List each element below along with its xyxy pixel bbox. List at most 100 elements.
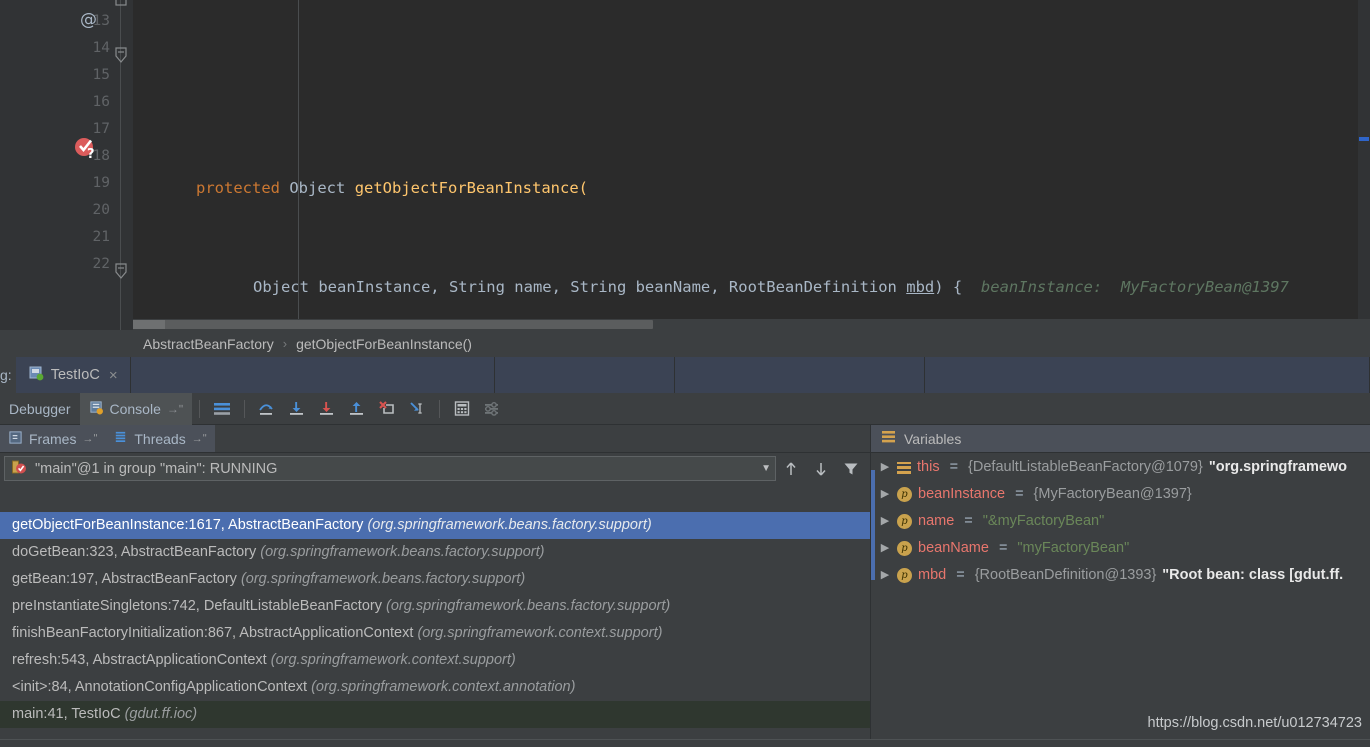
thread-selector[interactable]: "main"@1 in group "main": RUNNING ▼ <box>4 456 776 481</box>
run-tool-window-tabs[interactable]: g: TestIoC × <box>0 357 1370 393</box>
tab-threads-label: Threads <box>134 430 186 447</box>
editor-hscrollbar[interactable] <box>133 319 1370 330</box>
tab-debugger[interactable]: Debugger <box>0 393 80 425</box>
svg-text:?: ? <box>87 147 95 160</box>
pin-glyph-icon[interactable]: →ʺ <box>167 402 183 416</box>
frame-method: getObjectForBeanInstance:1617, AbstractB… <box>12 517 364 533</box>
tab-threads[interactable]: Threads →ʺ <box>105 425 215 452</box>
expand-arrow-icon[interactable]: ▶ <box>879 535 891 562</box>
variable-equals: = <box>964 513 973 529</box>
indent-guide <box>298 0 299 330</box>
thread-selector-row[interactable]: "main"@1 in group "main": RUNNING ▼ <box>0 453 870 484</box>
fold-marker-icon[interactable] <box>114 263 128 279</box>
code-line-13: protected Object getObjectForBeanInstanc… <box>133 175 1370 202</box>
editor-gutter[interactable]: 12 13 14 15 16 17 18 19 20 21 22 @ <box>0 0 133 330</box>
frame-method: preInstantiateSingletons:742, DefaultLis… <box>12 598 382 614</box>
line-number: 14 <box>92 40 110 56</box>
force-step-into-icon[interactable] <box>316 398 338 420</box>
frame-method: <init>:84, AnnotationConfigApplicationCo… <box>12 679 308 695</box>
frame-method: getBean:197, AbstractBeanFactory <box>12 571 237 587</box>
run-to-cursor-icon[interactable] <box>406 398 428 420</box>
tab-frames-label: Frames <box>29 430 77 447</box>
breadcrumb-class[interactable]: AbstractBeanFactory <box>143 336 274 352</box>
breadcrumb-method[interactable]: getObjectForBeanInstance() <box>296 336 472 352</box>
variable-row[interactable]: ▶ this = {DefaultListableBeanFactory@107… <box>871 454 1370 481</box>
tab-testioc[interactable]: TestIoC × <box>15 357 131 393</box>
frame-method: finishBeanFactoryInitialization:867, Abs… <box>12 625 414 641</box>
annotation-icon[interactable]: @ <box>80 10 97 30</box>
field-icon: p <box>897 541 912 556</box>
pin-glyph-icon[interactable]: →ʺ <box>192 433 207 445</box>
filter-icon[interactable] <box>836 460 866 478</box>
variable-name: mbd <box>918 567 947 583</box>
editor-hscrollbar-thumb-dark[interactable] <box>133 320 165 329</box>
variable-row[interactable]: ▶ p mbd = {RootBeanDefinition@1393} "Roo… <box>871 562 1370 589</box>
frame-row[interactable]: main:41, TestIoC (gdut.ff.ioc) <box>0 701 870 728</box>
move-down-button[interactable] <box>806 460 836 478</box>
variable-row[interactable]: ▶ p beanName = "myFactoryBean" <box>871 535 1370 562</box>
line-number: 17 <box>92 121 110 137</box>
variables-title: Variables <box>904 430 962 447</box>
field-icon: p <box>897 514 912 529</box>
editor-marker-bar[interactable] <box>1358 0 1370 330</box>
expand-arrow-icon[interactable]: ▶ <box>879 562 891 589</box>
step-out-icon[interactable] <box>346 398 368 420</box>
variable-value: "org.springframewo <box>1208 459 1348 475</box>
layout-icon[interactable] <box>211 398 233 420</box>
code-token-mbd: mbd <box>906 278 935 296</box>
frame-row[interactable]: getObjectForBeanInstance:1617, AbstractB… <box>0 512 870 539</box>
tab-frames[interactable]: Frames →ʺ <box>0 425 106 452</box>
debug-toolbar[interactable]: Debugger Console →ʺ <box>0 392 1370 425</box>
frame-row[interactable]: getBean:197, AbstractBeanFactory (org.sp… <box>0 566 870 593</box>
tab-console[interactable]: Console →ʺ <box>79 392 193 425</box>
frames-list[interactable]: getObjectForBeanInstance:1617, AbstractB… <box>0 512 870 734</box>
frame-row[interactable]: finishBeanFactoryInitialization:867, Abs… <box>0 620 870 647</box>
frame-package: (org.springframework.beans.factory.suppo… <box>386 598 671 614</box>
variable-row[interactable]: ▶ p name = "&myFactoryBean" <box>871 508 1370 535</box>
code-line-14: Object beanInstance, String name, String… <box>133 274 1370 301</box>
frame-row[interactable]: doGetBean:323, AbstractBeanFactory (org.… <box>0 539 870 566</box>
line-number: 20 <box>92 202 110 218</box>
breakpoint-icon[interactable]: ? <box>74 136 95 162</box>
variable-equals: = <box>949 459 959 475</box>
expand-arrow-icon[interactable]: ▶ <box>879 481 891 508</box>
variables-tree[interactable]: ▶ this = {DefaultListableBeanFactory@107… <box>871 454 1370 724</box>
expand-arrow-icon[interactable]: ▶ <box>879 454 891 481</box>
thread-status-icon <box>11 459 27 479</box>
step-over-icon[interactable] <box>256 398 278 420</box>
variable-row[interactable]: ▶ p beanInstance = {MyFactoryBean@1397} <box>871 481 1370 508</box>
code-token-params: Object beanInstance, String name, String… <box>253 278 907 296</box>
tab-close-icon[interactable]: × <box>109 367 118 384</box>
editor-code-area[interactable]: protected Object getObjectForBeanInstanc… <box>133 0 1370 330</box>
frame-row[interactable]: refresh:543, AbstractApplicationContext … <box>0 647 870 674</box>
fold-marker-icon[interactable] <box>114 0 128 8</box>
evaluate-expression-icon[interactable] <box>451 398 473 420</box>
frames-tabs-filler <box>215 425 870 452</box>
frame-method: main:41, TestIoC <box>12 706 121 722</box>
variable-name: this <box>917 459 940 475</box>
tab-console-label: Console <box>109 400 161 417</box>
editor-hscrollbar-thumb[interactable] <box>133 320 653 329</box>
pin-glyph-icon[interactable]: →ʺ <box>82 433 97 445</box>
field-icon: p <box>897 487 912 502</box>
object-icon <box>897 461 911 474</box>
frame-package: (org.springframework.context.annotation) <box>311 679 576 695</box>
frame-row[interactable]: preInstantiateSingletons:742, DefaultLis… <box>0 593 870 620</box>
fold-marker-icon[interactable] <box>114 47 128 63</box>
settings-icon[interactable] <box>481 398 503 420</box>
step-into-icon[interactable] <box>286 398 308 420</box>
frames-vscrollbar-thumb[interactable] <box>871 470 875 580</box>
threads-icon <box>113 430 128 448</box>
code-editor[interactable]: 12 13 14 15 16 17 18 19 20 21 22 @ <box>0 0 1370 330</box>
chevron-down-icon[interactable]: ▼ <box>761 463 771 474</box>
drop-frame-icon[interactable] <box>376 398 398 420</box>
frame-method: doGetBean:323, AbstractBeanFactory <box>12 544 257 560</box>
variable-value: "&myFactoryBean" <box>982 513 1105 529</box>
expand-arrow-icon[interactable]: ▶ <box>879 508 891 535</box>
frames-panel-tabs[interactable]: Frames →ʺ Threads →ʺ <box>0 425 870 453</box>
tab-testioc-label: TestIoC <box>50 367 100 383</box>
variable-ref: {MyFactoryBean@1397} <box>1033 486 1192 502</box>
code-token-paren: ( <box>578 179 588 197</box>
move-up-button[interactable] <box>776 460 806 478</box>
frame-row[interactable]: <init>:84, AnnotationConfigApplicationCo… <box>0 674 870 701</box>
